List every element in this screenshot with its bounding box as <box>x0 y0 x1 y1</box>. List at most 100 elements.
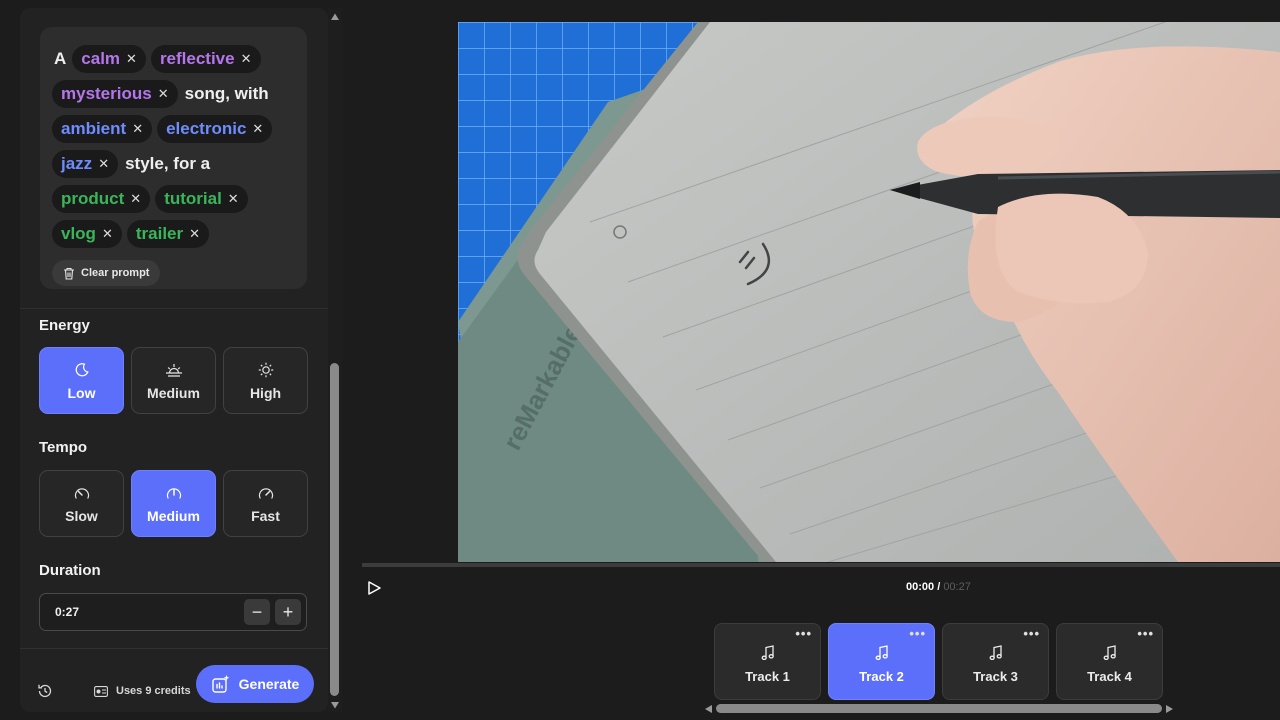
panel-scrollbar[interactable] <box>328 8 342 712</box>
remove-chip-icon[interactable]: ✕ <box>98 156 109 172</box>
remove-chip-icon[interactable]: ✕ <box>189 226 200 242</box>
prompt-chip-label: jazz <box>61 153 93 173</box>
track-more-button[interactable]: ••• <box>1023 627 1040 640</box>
prompt-chip-electronic[interactable]: electronic ✕ <box>157 114 273 143</box>
energy-options: Low Medium High <box>39 347 308 414</box>
music-note-icon <box>761 645 774 661</box>
prompt-line: ambient ✕ electronic ✕ <box>52 111 297 146</box>
track-more-button[interactable]: ••• <box>909 627 926 640</box>
track-label: Track 4 <box>1087 669 1132 684</box>
clear-prompt-button[interactable]: Clear prompt <box>52 260 161 286</box>
energy-option-label: Low <box>67 384 96 401</box>
prompt-line: vlog ✕ trailer ✕ <box>52 216 297 251</box>
prompt-plain-text: A <box>54 48 67 68</box>
tempo-option-fast[interactable]: Fast <box>223 470 308 537</box>
tempo-option-label: Medium <box>147 507 200 524</box>
moon-icon <box>75 362 89 376</box>
prompt-chip-label: tutorial <box>164 188 222 208</box>
duration-input[interactable]: 0:27 − + <box>39 593 307 631</box>
prompt-chip-reflective[interactable]: reflective ✕ <box>150 44 261 73</box>
remove-chip-icon[interactable]: ✕ <box>132 121 143 137</box>
scroll-down-arrow-icon[interactable] <box>330 700 340 710</box>
tempo-option-label: Fast <box>251 507 280 524</box>
play-button[interactable] <box>366 580 382 601</box>
scrollbar-thumb[interactable] <box>330 363 339 696</box>
remove-chip-icon[interactable]: ✕ <box>102 226 113 242</box>
tempo-option-medium[interactable]: Medium <box>131 470 216 537</box>
prompt-card: Acalm ✕ reflective ✕ mysterious ✕ song, with am… <box>40 27 307 289</box>
music-note-icon <box>1103 645 1116 661</box>
track-card-2[interactable]: ••• Track 2 <box>828 623 935 700</box>
track-label: Track 2 <box>859 669 904 684</box>
remove-chip-icon[interactable]: ✕ <box>228 191 239 207</box>
duration-title: Duration <box>39 562 101 579</box>
energy-option-label: High <box>249 384 282 401</box>
gauge-fast-icon <box>258 487 273 499</box>
prompt-line: mysterious ✕ song, with <box>52 76 297 111</box>
history-icon <box>38 684 52 698</box>
time-display: 00:00 / 00:27 <box>906 581 971 593</box>
scroll-left-arrow-icon[interactable] <box>704 704 713 714</box>
play-icon <box>368 581 381 595</box>
prompt-chip-product[interactable]: product ✕ <box>52 184 151 213</box>
energy-option-label: Medium <box>147 384 200 401</box>
prompt-chip-tutorial[interactable]: tutorial ✕ <box>155 184 248 213</box>
track-more-button[interactable]: ••• <box>1137 627 1154 640</box>
energy-option-low[interactable]: Low <box>39 347 124 414</box>
prompt-chip-jazz[interactable]: jazz ✕ <box>52 149 119 178</box>
track-list: ••• Track 1 ••• Track 2 ••• Track 3 ••• … <box>714 623 1163 700</box>
energy-option-high[interactable]: High <box>223 347 308 414</box>
tempo-option-label: Slow <box>65 507 98 524</box>
remove-chip-icon[interactable]: ✕ <box>252 121 263 137</box>
prompt-chip-label: reflective <box>159 48 235 68</box>
settings-panel: Acalm ✕ reflective ✕ mysterious ✕ song, with am… <box>20 8 328 712</box>
tempo-options: Slow Medium Fast <box>39 470 308 537</box>
seek-bar[interactable] <box>362 563 1280 567</box>
scroll-right-arrow-icon[interactable] <box>1165 704 1174 714</box>
prompt-chip-vlog[interactable]: vlog ✕ <box>52 219 122 248</box>
video-frame-image: reMarkable <box>458 22 1280 562</box>
scroll-up-arrow-icon[interactable] <box>330 12 340 22</box>
energy-option-medium[interactable]: Medium <box>131 347 216 414</box>
credits-info: Uses 9 credits <box>94 685 191 697</box>
tempo-title: Tempo <box>39 439 88 456</box>
duration-increment-button[interactable]: + <box>275 599 301 625</box>
prompt-plain-text: style, for a <box>125 153 211 173</box>
prompt-chip-ambient[interactable]: ambient ✕ <box>52 114 153 143</box>
track-more-button[interactable]: ••• <box>795 627 812 640</box>
remove-chip-icon[interactable]: ✕ <box>158 86 169 102</box>
video-preview[interactable]: reMarkable <box>458 22 1280 562</box>
gauge-medium-icon <box>166 487 181 499</box>
remove-chip-icon[interactable]: ✕ <box>130 191 141 207</box>
current-time: 00:00 <box>906 581 935 593</box>
tempo-option-slow[interactable]: Slow <box>39 470 124 537</box>
sunrise-icon <box>165 363 182 377</box>
track-scrollbar-thumb[interactable] <box>716 704 1162 713</box>
track-card-3[interactable]: ••• Track 3 <box>942 623 1049 700</box>
duration-value[interactable]: 0:27 <box>55 605 244 619</box>
history-button[interactable] <box>37 683 53 704</box>
prompt-chip-mysterious[interactable]: mysterious ✕ <box>52 79 178 108</box>
duration-decrement-button[interactable]: − <box>244 599 270 625</box>
gauge-slow-icon <box>74 487 89 499</box>
remove-chip-icon[interactable]: ✕ <box>241 51 252 67</box>
generate-label: Generate <box>238 676 300 692</box>
generate-button[interactable]: Generate <box>196 665 314 703</box>
time-separator: / <box>934 581 944 593</box>
prompt-chip-calm[interactable]: calm ✕ <box>72 44 146 73</box>
prompt-plain-text: song, with <box>184 83 269 103</box>
track-label: Track 1 <box>745 669 790 684</box>
remove-chip-icon[interactable]: ✕ <box>126 51 137 67</box>
track-scrollbar[interactable] <box>704 702 1174 715</box>
generate-icon <box>211 675 229 693</box>
trash-icon <box>64 267 74 280</box>
track-card-4[interactable]: ••• Track 4 <box>1056 623 1163 700</box>
prompt-chip-label: mysterious <box>61 83 152 103</box>
track-card-1[interactable]: ••• Track 1 <box>714 623 821 700</box>
track-label: Track 3 <box>973 669 1018 684</box>
prompt-chip-label: ambient <box>61 118 127 138</box>
prompt-chip-trailer[interactable]: trailer ✕ <box>126 219 210 248</box>
prompt-chip-label: calm <box>81 48 121 68</box>
prompt-chip-label: vlog <box>61 223 96 243</box>
prompt-text: Acalm ✕ reflective ✕ mysterious ✕ song, with am… <box>52 41 297 251</box>
